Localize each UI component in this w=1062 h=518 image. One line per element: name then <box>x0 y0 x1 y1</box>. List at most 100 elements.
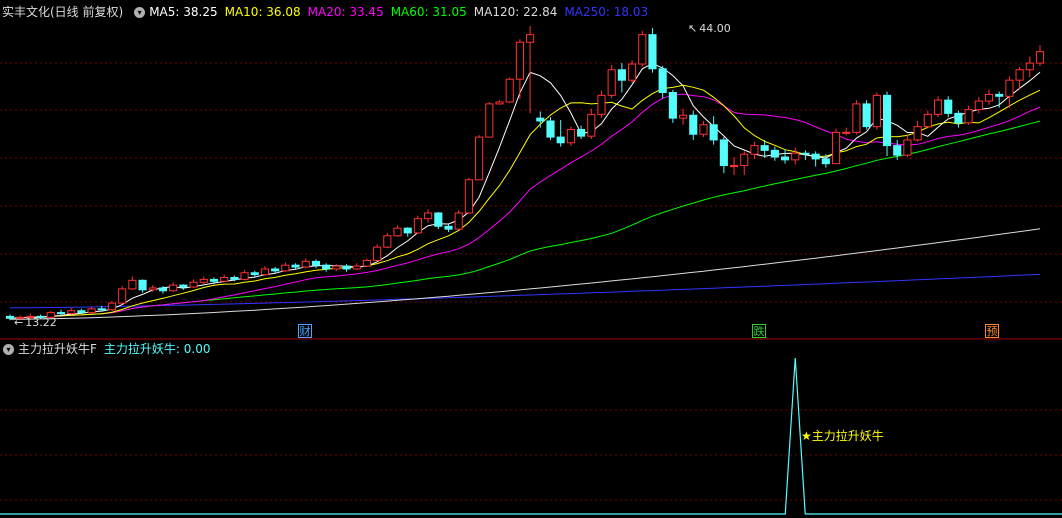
candle-body <box>587 113 596 137</box>
ma120-label: MA120: 22.84 <box>473 5 558 19</box>
event-marker-drop[interactable]: 跌 <box>752 324 766 338</box>
candle-body <box>648 34 657 70</box>
candle-body <box>464 179 473 214</box>
candle-body <box>97 308 106 311</box>
candle-body <box>821 158 830 165</box>
candle-body <box>842 131 851 134</box>
settings-toggle-icon[interactable]: ▾ <box>134 6 146 18</box>
stock-title: 实丰文化(日线 前复权) <box>2 5 124 19</box>
candle-body <box>831 131 841 165</box>
candle-body <box>974 100 983 111</box>
candle-body <box>424 212 433 220</box>
candle-body <box>260 268 270 276</box>
candle-body <box>679 114 688 119</box>
candle-body <box>984 93 994 102</box>
candle-body <box>301 260 310 268</box>
candle-body <box>740 153 749 167</box>
event-marker-forecast[interactable]: 预 <box>985 324 999 338</box>
candle-body <box>801 152 810 155</box>
candle-body <box>485 103 494 138</box>
candle-body <box>1035 51 1045 64</box>
candle-body <box>311 260 321 266</box>
candle-body <box>923 113 932 128</box>
candlestick-series <box>5 26 1045 321</box>
indicator-toggle-icon[interactable]: ▾ <box>3 343 14 355</box>
candle-body <box>791 152 800 161</box>
candle-body <box>118 288 127 304</box>
ma5-label: MA5: 38.25 <box>149 5 218 19</box>
candle-body <box>413 218 422 234</box>
indicator-title: 主力拉升妖牛F <box>18 342 97 356</box>
candle-body <box>5 315 15 319</box>
candle-body <box>546 120 555 138</box>
candle-body <box>526 34 535 43</box>
candle-body <box>913 126 922 141</box>
candle-body <box>199 278 208 283</box>
indicator-panel-header: ▾ 主力拉升妖牛F 主力拉升妖牛: 0.00 <box>0 340 217 358</box>
candle-body <box>67 310 76 315</box>
candle-body <box>872 94 881 128</box>
candle-body <box>444 225 453 230</box>
candle-body <box>281 264 290 272</box>
indicator-value-label: 主力拉升妖牛: 0.00 <box>103 342 211 356</box>
candle-body <box>158 287 168 292</box>
candle-body <box>556 136 565 144</box>
candle-body <box>271 268 280 272</box>
candle-body <box>291 264 300 268</box>
candle-body <box>322 264 331 270</box>
candle-body <box>689 114 698 135</box>
candle-body <box>933 99 943 115</box>
candle-body <box>607 69 616 96</box>
indicator-line <box>0 357 1062 515</box>
candle-body <box>903 139 912 156</box>
candle-body <box>475 136 484 181</box>
candle-body <box>760 145 769 151</box>
candle-body <box>770 149 779 158</box>
candle-body <box>893 145 902 156</box>
candle-body <box>750 145 759 155</box>
star-icon: ★ <box>801 429 812 443</box>
candle-body <box>209 278 219 282</box>
candle-body <box>87 308 96 314</box>
ma20-label: MA20: 33.45 <box>307 5 384 19</box>
candle-body <box>882 94 892 147</box>
candle-body <box>189 281 198 288</box>
candle-body <box>148 287 157 291</box>
candle-body <box>944 99 953 114</box>
candle-body <box>699 124 708 135</box>
candle-body <box>77 310 86 314</box>
ma60-label: MA60: 31.05 <box>390 5 467 19</box>
candle-body <box>434 212 443 227</box>
candle-body <box>729 165 739 168</box>
candle-body <box>1015 69 1024 81</box>
candle-body <box>56 312 66 315</box>
candle-body <box>566 129 575 144</box>
candle-body <box>628 63 637 81</box>
candle-body <box>383 235 392 248</box>
candle-body <box>362 259 372 267</box>
ma250-label: MA250: 18.03 <box>564 5 649 19</box>
candle-body <box>954 112 963 124</box>
signal-annotation: ★主力拉升妖牛 <box>801 429 884 443</box>
candle-body <box>668 92 677 119</box>
candle-body <box>638 34 647 65</box>
candle-body <box>230 276 239 280</box>
candle-body <box>862 103 871 128</box>
candle-body <box>709 124 718 141</box>
candle-body <box>995 93 1004 97</box>
candle-body <box>352 265 361 270</box>
candle-body <box>536 117 545 122</box>
candle-body <box>342 265 351 270</box>
candle-body <box>658 68 667 94</box>
candle-body <box>1005 79 1014 97</box>
stock-chart <box>0 26 1062 515</box>
candle-body <box>597 94 606 115</box>
event-marker-finance[interactable]: 财 <box>298 324 312 338</box>
candle-body <box>617 69 626 81</box>
high-price-label: ↖ 44.00 <box>688 22 731 35</box>
candle-body <box>128 279 137 290</box>
candle-body <box>250 272 259 276</box>
candle-body <box>332 265 341 270</box>
candle-body <box>964 109 973 124</box>
candle-body <box>179 284 188 288</box>
